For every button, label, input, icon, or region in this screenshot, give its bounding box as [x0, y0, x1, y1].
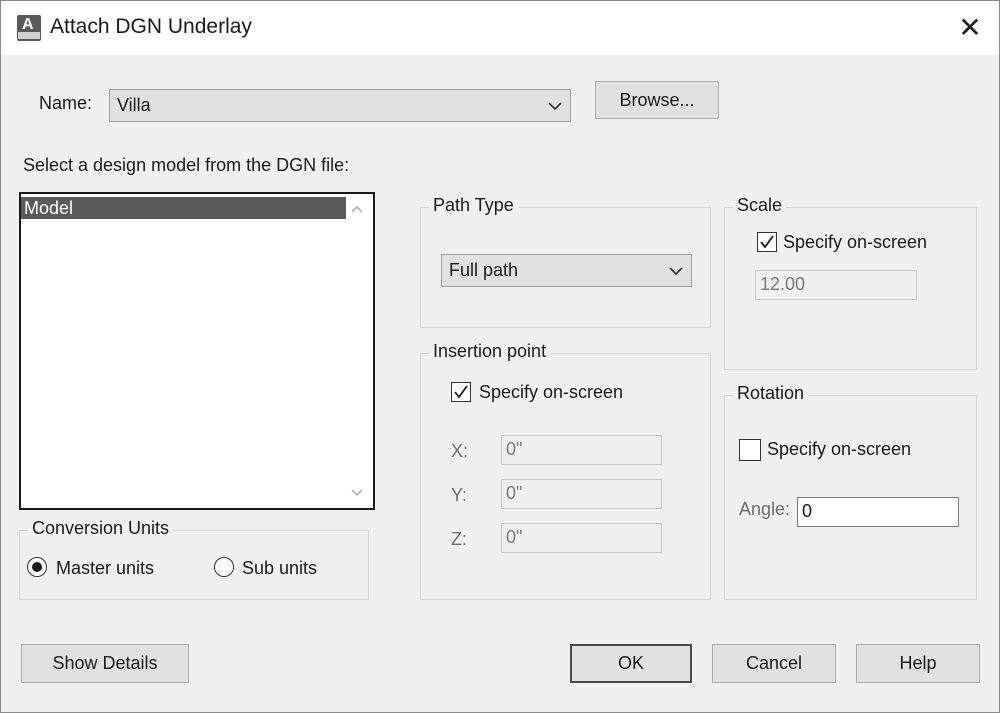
master-units-radio[interactable]	[27, 557, 47, 577]
show-details-button[interactable]: Show Details	[21, 644, 189, 683]
scale-title: Scale	[733, 195, 787, 216]
attach-dgn-underlay-dialog: A Attach DGN Underlay ✕ Name: Villa Brow…	[0, 0, 1000, 713]
rotation-group: Rotation Specify on-screen Angle: 0	[724, 383, 977, 600]
path-type-value: Full path	[449, 260, 519, 280]
list-item[interactable]: Model	[21, 197, 346, 219]
path-type-dropdown[interactable]: Full path	[441, 254, 692, 287]
chevron-down-icon	[669, 267, 683, 276]
scroll-down-icon[interactable]	[350, 488, 364, 498]
scale-specify-checkbox[interactable]	[757, 232, 777, 252]
x-field[interactable]: 0"	[501, 435, 662, 465]
z-label: Z:	[451, 529, 467, 549]
insertion-point-group: Insertion point Specify on-screen X: 0" …	[420, 341, 711, 600]
checkmark-icon	[760, 235, 774, 249]
name-label: Name:	[39, 93, 93, 113]
autocad-app-icon: A	[17, 15, 41, 41]
title-bar: A Attach DGN Underlay ✕	[1, 1, 999, 55]
checkmark-icon	[454, 385, 468, 399]
name-dropdown[interactable]: Villa	[109, 89, 571, 122]
rotation-specify-label: Specify on-screen	[767, 439, 912, 459]
rotation-specify-checkbox[interactable]	[739, 439, 761, 461]
x-label: X:	[451, 441, 469, 461]
conversion-units-title: Conversion Units	[28, 518, 174, 539]
ok-button[interactable]: OK	[570, 644, 692, 683]
browse-button[interactable]: Browse...	[595, 81, 719, 119]
conversion-units-group: Conversion Units Master units Sub units	[19, 518, 369, 600]
design-model-label: Select a design model from the DGN file:	[23, 155, 350, 175]
insertion-point-title: Insertion point	[429, 341, 551, 362]
sub-units-label: Sub units	[242, 558, 318, 578]
angle-input[interactable]: 0	[797, 497, 959, 527]
scale-specify-label: Specify on-screen	[783, 232, 928, 252]
z-field[interactable]: 0"	[501, 523, 662, 553]
scale-field[interactable]: 12.00	[755, 270, 917, 300]
rotation-title: Rotation	[733, 383, 809, 404]
angle-label: Angle:	[739, 499, 791, 519]
cancel-button[interactable]: Cancel	[712, 644, 836, 683]
design-model-listbox[interactable]: Model	[19, 192, 375, 510]
insertion-specify-label: Specify on-screen	[479, 382, 624, 402]
chevron-down-icon	[548, 102, 562, 111]
dialog-title: Attach DGN Underlay	[50, 15, 252, 38]
y-label: Y:	[451, 485, 468, 505]
insertion-specify-checkbox[interactable]	[451, 382, 471, 402]
y-field[interactable]: 0"	[501, 479, 662, 509]
path-type-group: Path Type Full path	[420, 195, 711, 328]
close-icon[interactable]: ✕	[953, 11, 987, 45]
master-units-label: Master units	[56, 558, 155, 578]
path-type-title: Path Type	[429, 195, 518, 216]
scale-group: Scale Specify on-screen 12.00	[724, 195, 977, 370]
sub-units-radio[interactable]	[214, 557, 234, 577]
help-button[interactable]: Help	[856, 644, 980, 683]
scroll-up-icon[interactable]	[350, 204, 364, 214]
name-dropdown-value: Villa	[117, 95, 151, 115]
